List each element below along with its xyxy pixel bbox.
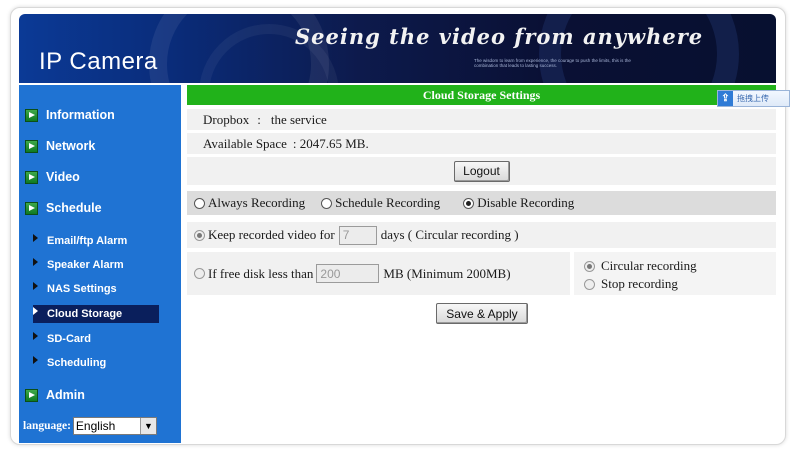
radio-off-icon[interactable] bbox=[321, 197, 333, 209]
always-recording-option[interactable]: Always Recording bbox=[194, 195, 305, 211]
free-disk-input[interactable]: 200 bbox=[316, 264, 380, 283]
keep-video-label: Keep recorded video for bbox=[208, 227, 335, 242]
triangle-right-icon bbox=[33, 356, 38, 364]
radio-on-icon[interactable] bbox=[463, 197, 475, 209]
schedule-recording-option[interactable]: Schedule Recording bbox=[321, 195, 440, 211]
sidebar-subitem-nas-settings[interactable]: NAS Settings bbox=[33, 280, 159, 298]
provider-row: Dropbox : the service bbox=[187, 109, 776, 130]
sidebar-item-label: Schedule bbox=[46, 201, 102, 215]
disable-recording-option[interactable]: Disable Recording bbox=[463, 195, 574, 211]
arrow-right-icon bbox=[25, 201, 38, 215]
arrow-right-icon bbox=[25, 139, 38, 153]
sidebar-subitem-cloud-storage[interactable]: Cloud Storage bbox=[33, 305, 159, 323]
keep-days-input[interactable]: 7 bbox=[338, 225, 377, 245]
sidebar-item-video[interactable]: Video bbox=[25, 167, 80, 187]
arrow-right-icon bbox=[25, 170, 38, 184]
app-logo: IP Camera bbox=[39, 48, 158, 75]
triangle-right-icon bbox=[33, 307, 38, 315]
provider-value: the service bbox=[270, 111, 327, 127]
sidebar-subitem-label: NAS Settings bbox=[47, 283, 117, 295]
disk-full-options: Circular recording Stop recording bbox=[570, 252, 776, 295]
sidebar-item-label: Network bbox=[46, 139, 96, 153]
available-space-value: : 2047.65 MB. bbox=[292, 135, 369, 151]
option-label: Stop recording bbox=[601, 276, 678, 291]
free-disk-radio[interactable] bbox=[194, 268, 205, 279]
sidebar-subitem-scheduling[interactable]: Scheduling bbox=[33, 354, 159, 372]
logout-row: Logout bbox=[187, 157, 776, 185]
chevron-down-icon[interactable]: ▼ bbox=[139, 418, 156, 434]
upload-label: 拖拽上传 bbox=[737, 94, 769, 103]
free-disk-label: If free disk less than bbox=[208, 265, 314, 281]
language-value: English bbox=[75, 419, 116, 433]
radio-on-icon[interactable] bbox=[584, 260, 595, 272]
language-label: language: bbox=[23, 420, 71, 432]
sidebar-subitem-email-ftp-alarm[interactable]: Email/ftp Alarm bbox=[33, 232, 159, 250]
available-space-label: Available Space bbox=[203, 135, 287, 151]
banner-fine-print: The wisdom to learn from experience, the… bbox=[474, 58, 631, 68]
sidebar-subitem-label: Email/ftp Alarm bbox=[47, 235, 128, 247]
circular-recording-option[interactable]: Circular recording bbox=[584, 258, 697, 274]
available-space-row: Available Space : 2047.65 MB. bbox=[187, 133, 776, 154]
sidebar-subitem-sd-card[interactable]: SD-Card bbox=[33, 330, 159, 348]
keep-video-row: Keep recorded video for 7 days ( Circula… bbox=[187, 222, 776, 248]
option-label: Circular recording bbox=[601, 258, 697, 273]
language-selector: language: English ▼ bbox=[23, 417, 157, 435]
sidebar: Information Network Video Schedule Email… bbox=[19, 85, 181, 443]
arrow-right-icon bbox=[25, 108, 38, 122]
option-label: Always Recording bbox=[208, 195, 306, 210]
sidebar-item-label: Admin bbox=[46, 388, 85, 402]
free-disk-row: If free disk less than 200 MB (Minimum 2… bbox=[187, 252, 776, 295]
radio-off-icon[interactable] bbox=[194, 197, 205, 209]
provider-label: Dropbox bbox=[203, 111, 250, 127]
save-apply-button[interactable]: Save & Apply bbox=[436, 303, 528, 324]
stop-recording-option[interactable]: Stop recording bbox=[584, 276, 678, 292]
sidebar-item-label: Video bbox=[46, 170, 80, 184]
cloud-upload-icon: ⇪ bbox=[718, 91, 733, 106]
radio-off-icon[interactable] bbox=[584, 278, 595, 290]
sidebar-item-schedule[interactable]: Schedule bbox=[25, 198, 102, 218]
header-banner: IP Camera Seeing the video from anywhere… bbox=[19, 14, 776, 83]
keep-video-suffix: days ( Circular recording ) bbox=[380, 227, 519, 242]
provider-separator: : bbox=[257, 111, 261, 127]
language-select[interactable]: English ▼ bbox=[72, 417, 157, 435]
triangle-right-icon bbox=[33, 332, 38, 340]
option-label: Disable Recording bbox=[477, 195, 575, 210]
triangle-right-icon bbox=[33, 234, 38, 242]
free-disk-suffix: MB (Minimum 200MB) bbox=[383, 265, 511, 281]
keep-video-radio[interactable] bbox=[194, 229, 205, 241]
sidebar-subitem-label: Scheduling bbox=[47, 357, 107, 369]
banner-tagline: Seeing the video from anywhere bbox=[295, 24, 704, 49]
sidebar-subitem-label: Cloud Storage bbox=[47, 308, 123, 320]
sidebar-item-label: Information bbox=[46, 108, 115, 122]
logout-button[interactable]: Logout bbox=[453, 160, 510, 182]
upload-widget[interactable]: ⇪ 拖拽上传 bbox=[717, 90, 790, 107]
arrow-right-icon bbox=[25, 388, 38, 402]
sidebar-item-admin[interactable]: Admin bbox=[25, 385, 85, 405]
page-title: Cloud Storage Settings bbox=[187, 85, 776, 105]
option-label: Schedule Recording bbox=[335, 195, 441, 210]
sidebar-subitem-label: Speaker Alarm bbox=[47, 259, 124, 271]
sidebar-item-network[interactable]: Network bbox=[25, 136, 95, 156]
sidebar-item-information[interactable]: Information bbox=[25, 105, 115, 125]
triangle-right-icon bbox=[33, 282, 38, 290]
triangle-right-icon bbox=[33, 258, 38, 266]
sidebar-subitem-speaker-alarm[interactable]: Speaker Alarm bbox=[33, 256, 159, 274]
sidebar-subitem-label: SD-Card bbox=[47, 333, 92, 345]
recording-mode-row: Always Recording Schedule Recording Disa… bbox=[187, 191, 776, 215]
